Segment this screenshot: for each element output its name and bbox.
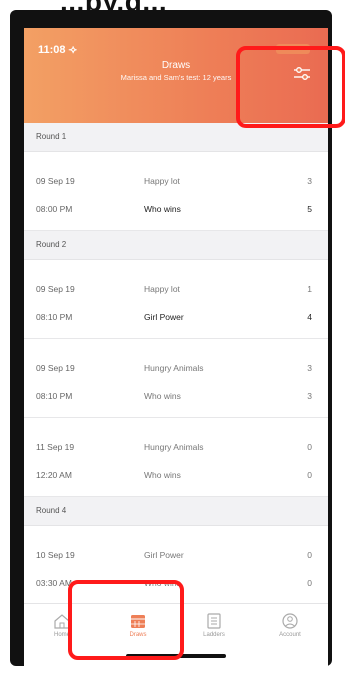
match-time: 08:00 PM (36, 204, 73, 214)
home-icon (54, 614, 70, 629)
match-line: 08:00 PM Who wins 5 (24, 204, 328, 216)
match-date: 09 Sep 19 (36, 176, 75, 186)
tab-draws[interactable]: Draws (100, 612, 176, 652)
team-score: 0 (307, 442, 312, 452)
match-date: 11 Sep 19 (36, 442, 75, 452)
team-score: 0 (307, 470, 312, 480)
match-line: 09 Sep 19 Happy lot 1 (24, 284, 328, 296)
match-row[interactable]: 09 Sep 19 Happy lot 1 08:10 PM Girl Power 4 (24, 260, 328, 339)
account-icon (282, 613, 298, 629)
round-header: Round 4 (24, 497, 328, 526)
match-line: 09 Sep 19 Hungry Animals 3 (24, 363, 328, 375)
team-name: Happy lot (144, 284, 180, 294)
team-score: 0 (307, 578, 312, 588)
home-indicator (126, 654, 226, 658)
team-name: Girl Power (144, 550, 184, 560)
match-time: 03:30 AM (36, 578, 72, 588)
round-header: Round 2 (24, 231, 328, 260)
tab-account[interactable]: Account (252, 612, 328, 652)
match-line: 08:10 PM Girl Power 4 (24, 312, 328, 324)
team-score: 0 (307, 550, 312, 560)
status-time: 11:08 ⟢ (38, 44, 77, 56)
match-line: 10 Sep 19 Girl Power 0 (24, 550, 328, 562)
team-name: Who wins (144, 578, 181, 588)
team-name: Hungry Animals (144, 363, 204, 373)
tab-home[interactable]: Home (24, 612, 100, 652)
sliders-icon[interactable] (292, 66, 312, 82)
match-time: 08:10 PM (36, 312, 73, 322)
round-header: Round 1 (24, 123, 328, 152)
tab-bar: Home Draws Ladders Account (24, 603, 328, 668)
team-score: 3 (307, 363, 312, 373)
team-name: Who wins (144, 391, 181, 401)
draws-list[interactable]: Round 1 09 Sep 19 Happy lot 3 08:00 PM Who wi… (24, 123, 328, 668)
match-date: 09 Sep 19 (36, 284, 75, 294)
match-line: 12:20 AM Who wins 0 (24, 470, 328, 482)
page-title: Draws (161, 60, 191, 71)
tab-ladders[interactable]: Ladders (176, 612, 252, 652)
team-name: Happy lot (144, 176, 180, 186)
page-subtitle: Marissa and Sam's test: 12 years (120, 73, 232, 82)
match-row[interactable]: 09 Sep 19 Happy lot 3 08:00 PM Who wins 5 (24, 152, 328, 231)
team-score: 1 (307, 284, 312, 294)
tab-label: Account (279, 632, 301, 638)
team-name: Who wins (144, 204, 181, 214)
team-score: 3 (307, 176, 312, 186)
match-date: 09 Sep 19 (36, 363, 75, 373)
match-time: 12:20 AM (36, 470, 72, 480)
list-icon (207, 613, 221, 629)
team-name: Who wins (144, 470, 181, 480)
app-header: 11:08 ⟢ Draws Marissa and Sam's test: 12… (24, 28, 328, 123)
match-line: 11 Sep 19 Hungry Animals 0 (24, 442, 328, 454)
match-date: 10 Sep 19 (36, 550, 75, 560)
phone-frame: 11:08 ⟢ Draws Marissa and Sam's test: 12… (10, 10, 332, 668)
app-screen: 11:08 ⟢ Draws Marissa and Sam's test: 12… (24, 28, 328, 668)
team-score: 5 (307, 204, 312, 214)
team-score: 3 (307, 391, 312, 401)
match-line: 03:30 AM Who wins 0 (24, 578, 328, 590)
match-time: 08:10 PM (36, 391, 73, 401)
tab-label: Home (53, 632, 70, 638)
match-row[interactable]: 10 Sep 19 Girl Power 0 03:30 AM Who wins 0 (24, 526, 328, 605)
match-line: 08:10 PM Who wins 3 (24, 391, 328, 403)
tab-label: Ladders (203, 632, 225, 638)
team-name: Girl Power (144, 312, 184, 322)
team-score: 4 (307, 312, 312, 322)
match-row[interactable]: 09 Sep 19 Hungry Animals 3 08:10 PM Who wins… (24, 339, 328, 418)
status-icons (276, 44, 310, 54)
team-name: Hungry Animals (144, 442, 204, 452)
match-row[interactable]: 11 Sep 19 Hungry Animals 0 12:20 AM Who wins… (24, 418, 328, 497)
match-line: 09 Sep 19 Happy lot 3 (24, 176, 328, 188)
tab-label: Draws (129, 632, 147, 638)
calendar-icon (131, 615, 145, 628)
